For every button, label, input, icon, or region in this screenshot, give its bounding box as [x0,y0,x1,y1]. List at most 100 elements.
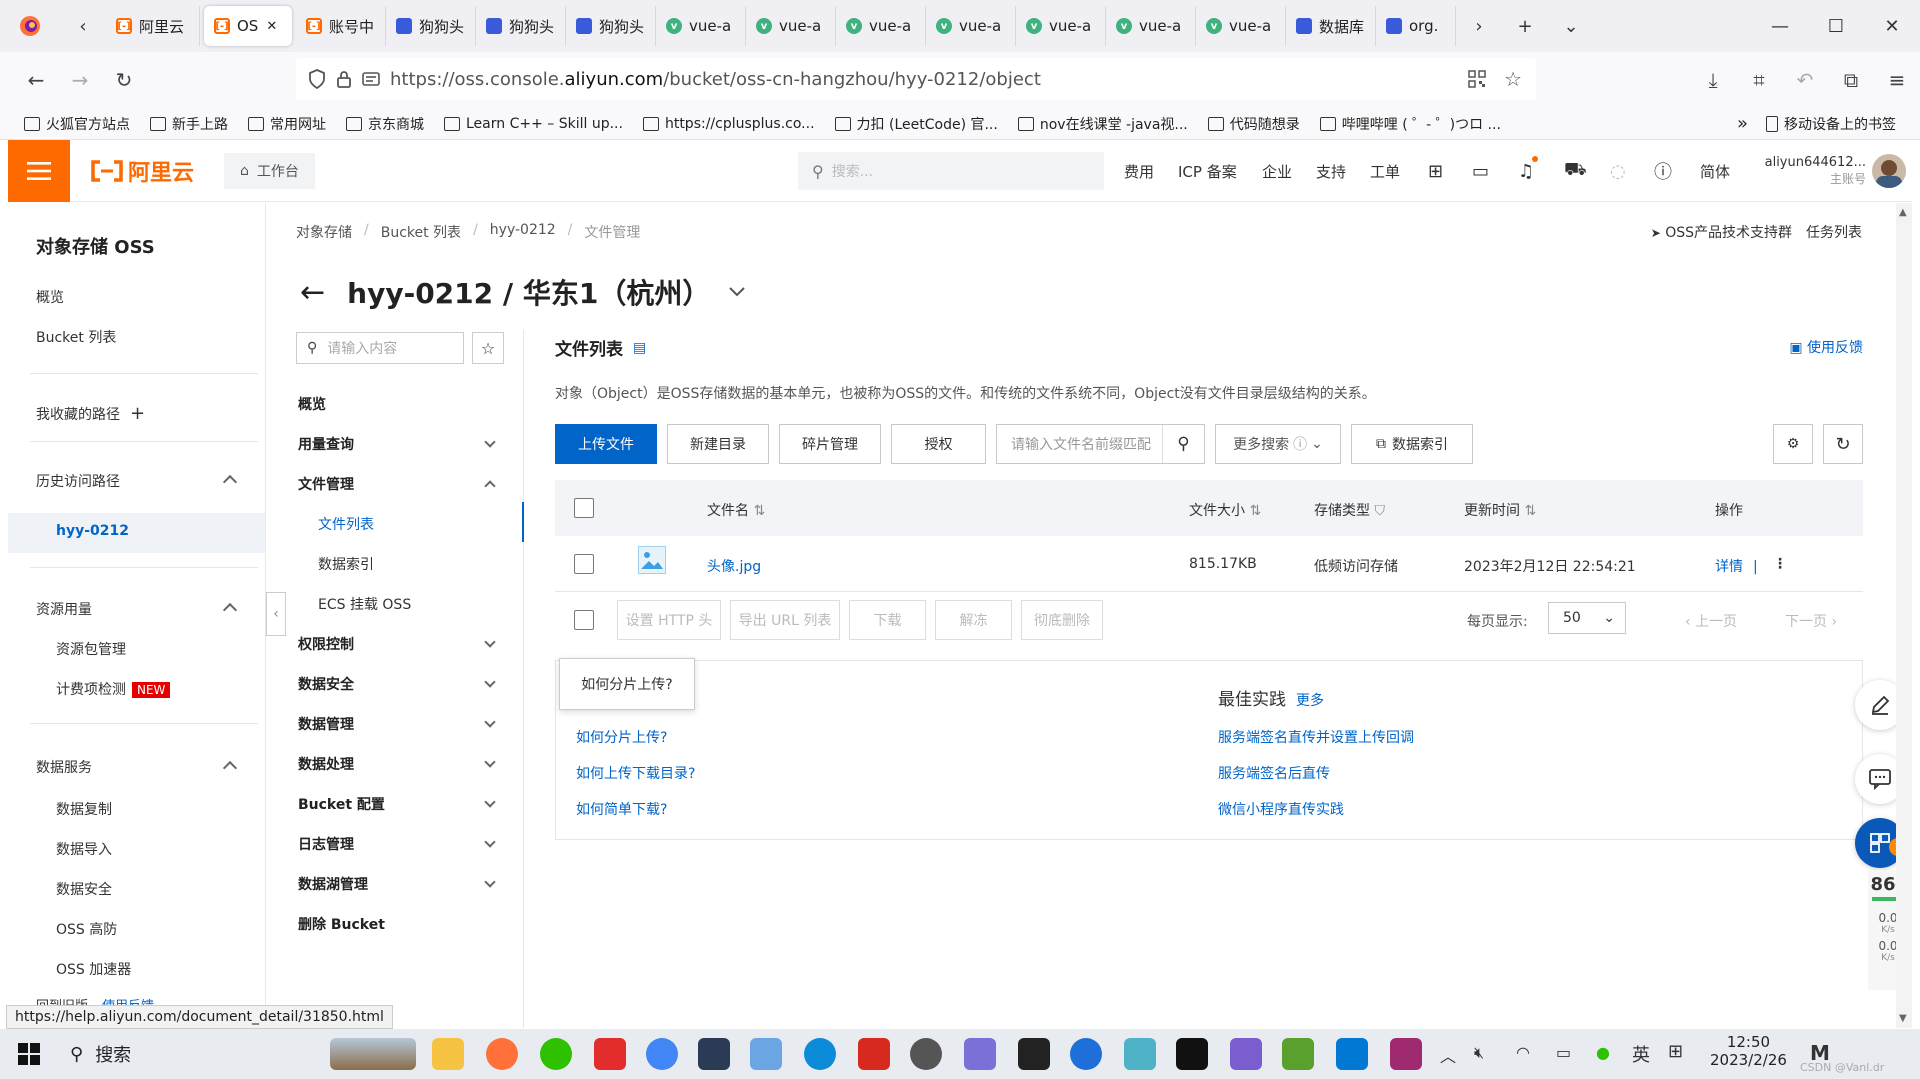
file-explorer-icon[interactable] [432,1038,464,1070]
prev-page-button[interactable]: ‹ 上一页 [1685,611,1737,631]
shield-icon[interactable] [308,69,326,89]
icp-icon[interactable]: ⊞ [1428,140,1443,202]
subnav-data-proc[interactable]: 数据处理 [298,754,508,774]
photos-icon[interactable] [964,1038,996,1070]
sort-icon[interactable]: ⇅ [1249,503,1261,519]
row-checkbox[interactable] [574,554,594,574]
sidebar-item-oss-accel[interactable]: OSS 加速器 [56,959,131,979]
delete-permanently-button[interactable]: 彻底删除 [1021,600,1103,640]
collapse-sidebar-icon[interactable]: ‹ [266,592,286,636]
intellij-icon[interactable] [1390,1038,1422,1070]
tab-list-icon[interactable]: ⌄ [1548,0,1594,52]
refresh-icon[interactable]: ↻ [1823,424,1863,464]
wifi-icon[interactable]: ◠ [1516,1043,1530,1062]
feedback-link[interactable]: ▣ 使用反馈 [1789,337,1863,357]
chevron-up-icon[interactable] [222,760,238,776]
clock[interactable]: 12:50 2023/2/26 [1710,1033,1787,1069]
hamburger-menu-icon[interactable] [8,139,70,202]
subnav-file-mgmt[interactable]: 文件管理 [298,474,508,494]
browser-tab[interactable]: v vue-a [656,6,746,46]
extensions-icon[interactable]: ⧉ [1828,60,1874,100]
more-actions-icon[interactable]: ⋮ [1773,556,1787,572]
battery-icon[interactable]: ▭ [1556,1043,1571,1062]
more-search-button[interactable]: 更多搜索 ⓘ ⌄ [1215,424,1341,464]
account-menu[interactable]: aliyun644612... 主账号 [1754,140,1866,202]
security-icon[interactable] [1018,1038,1050,1070]
more-link[interactable]: 更多 [1296,693,1324,709]
bookmark-item[interactable]: 哔哩哔哩 ( ゜- ゜)つロ ... [1319,114,1501,134]
acrobat-icon[interactable] [858,1038,890,1070]
settings-icon[interactable] [910,1038,942,1070]
wps-icon[interactable] [594,1038,626,1070]
menu-enterprise[interactable]: 企业 [1262,140,1292,202]
sidebar-item-data-service[interactable]: 数据服务 [36,757,92,777]
browser-tab[interactable]: 数据库 [1286,6,1376,46]
sidebar-item-data-security[interactable]: 数据安全 [56,879,112,899]
breadcrumb-bucket-list[interactable]: Bucket 列表 [381,222,461,242]
export-url-button[interactable]: 导出 URL 列表 [730,600,840,640]
sort-icon[interactable]: ⇅ [753,503,765,519]
browser-tab[interactable]: v vue-a [746,6,836,46]
sidebar-item-data-copy[interactable]: 数据复制 [56,799,112,819]
ime-indicator[interactable]: 英 [1632,1041,1650,1067]
sidebar-item-oss-hf[interactable]: OSS 高防 [56,919,117,939]
subnav-file-list[interactable]: 文件列表 [318,514,528,534]
menu-tickets[interactable]: 工单 [1370,140,1400,202]
settings-gear-icon[interactable]: ⚙ [1773,424,1813,464]
eclipse-icon[interactable] [1230,1038,1262,1070]
best-practice-link-2[interactable]: 服务端签名后直传 [1218,763,1330,783]
best-practice-link-1[interactable]: 服务端签名直传并设置上传回调 [1218,727,1414,747]
subnav-usage-query[interactable]: 用量查询 [298,434,508,454]
app-cat-icon[interactable] [698,1038,730,1070]
subnav-bucket-config[interactable]: Bucket 配置 [298,794,508,814]
browser-tab[interactable]: v vue-a [1196,6,1286,46]
taskbar-search[interactable]: ⚲ 搜索 [70,1041,131,1067]
menu-icp[interactable]: ICP 备案 [1178,140,1237,202]
sidebar-item-billing-check[interactable]: 计费项检测 NEW [56,679,171,699]
subnav-access-ctrl[interactable]: 权限控制 [298,634,508,654]
sidebar-item-data-import[interactable]: 数据导入 [56,839,112,859]
lightbulb-icon[interactable]: ◌ [1610,140,1626,202]
detail-link[interactable]: 详情 | [1715,556,1758,576]
chevron-down-icon[interactable] [728,286,746,298]
bookmark-star-icon[interactable]: ☆ [1504,67,1522,91]
bookmarks-overflow-icon[interactable]: » [1737,113,1748,134]
help-link-directory[interactable]: 如何上传下载目录? [576,763,695,783]
search-icon[interactable]: ⚲ [1162,425,1204,463]
sidebar-item-resource[interactable]: 资源用量 [36,599,92,619]
filter-icon[interactable]: ⛉ [1374,503,1385,519]
subnav-search-input[interactable]: ⚲ 请输入内容 [296,332,464,364]
task-list-link[interactable]: 任务列表 [1806,222,1862,242]
qr-code-icon[interactable] [1468,70,1486,88]
back-icon[interactable]: ← [14,60,58,100]
help-icon[interactable]: ⓘ [1654,140,1672,202]
subnav-overview[interactable]: 概览 [298,394,508,414]
remote-desktop-icon[interactable] [750,1038,782,1070]
breadcrumb-bucket[interactable]: hyy-0212 [490,222,556,242]
workbench-button[interactable]: ⌂ 工作台 [224,152,315,189]
tray-chevron-icon[interactable]: ︿ [1440,1043,1456,1067]
favorite-star-icon[interactable]: ☆ [472,332,504,364]
minecraft-icon[interactable] [1282,1038,1314,1070]
fragment-mgmt-button[interactable]: 碎片管理 [779,424,881,464]
sidebar-item-history-hyy[interactable]: hyy-0212 [56,523,129,539]
wechat-tray-icon[interactable]: ● [1596,1043,1610,1062]
feishu-icon[interactable] [1070,1038,1102,1070]
firefox-icon[interactable] [486,1038,518,1070]
select-all-checkbox[interactable] [574,498,594,518]
browser-tab[interactable]: v vue-a [836,6,926,46]
col-storage[interactable]: 存储类型 ⛉ [1314,500,1385,520]
browser-tab[interactable]: [-] 账号中 [296,6,386,46]
upload-file-button[interactable]: 上传文件 [555,424,657,464]
add-icon[interactable]: + [130,403,145,424]
console-search-input[interactable]: ⚲ 搜索... [798,152,1104,190]
reload-icon[interactable]: ↻ [102,60,146,100]
authorize-button[interactable]: 授权 [891,424,986,464]
tab-scroll-right-icon[interactable]: › [1456,0,1502,52]
bookmark-item[interactable]: 火狐官方站点 [24,114,130,134]
browser-tab[interactable]: v vue-a [926,6,1016,46]
avatar[interactable] [1872,154,1906,188]
terminal-icon[interactable]: ▭ [1472,140,1489,202]
cart-icon[interactable]: ⛟ [1564,140,1587,202]
forward-icon[interactable]: → [58,60,102,100]
